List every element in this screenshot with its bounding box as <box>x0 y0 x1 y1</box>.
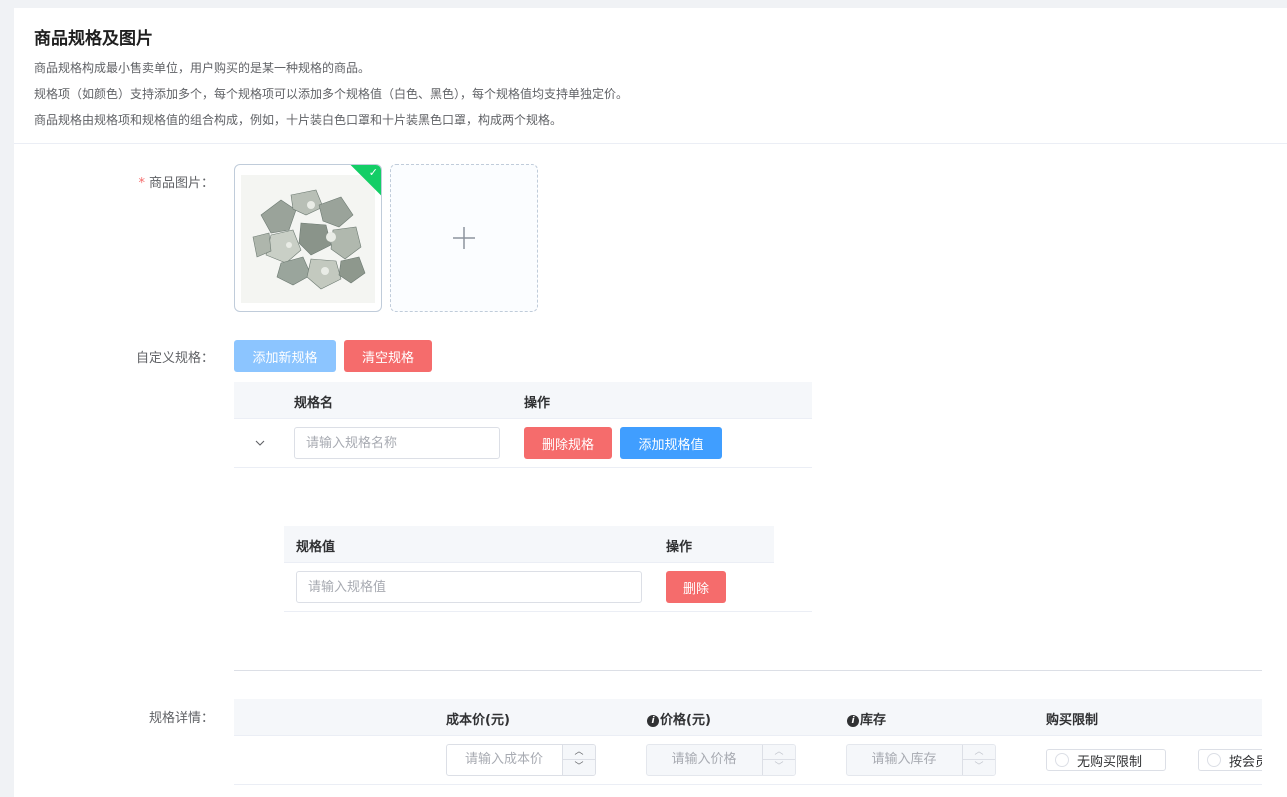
price-input[interactable]: 请输入价格 ︿ ﹀ <box>646 744 796 776</box>
cost-input[interactable]: 请输入成本价 ︿ ﹀ <box>446 744 596 776</box>
stock-input[interactable]: 请输入库存 ︿ ﹀ <box>846 744 996 776</box>
section-title: 商品规格及图片 <box>34 29 153 49</box>
increase-icon[interactable]: ︿ <box>963 745 995 760</box>
product-image-thumb[interactable]: ✓ <box>234 164 382 312</box>
spec-detail-label: 规格详情： <box>148 711 214 726</box>
info-icon[interactable]: i <box>647 715 659 727</box>
radio-icon <box>1055 753 1069 767</box>
section-desc-line: 规格项（如颜色）支持添加多个，每个规格项可以添加多个规格值（白色、黑色），每个规… <box>34 87 629 101</box>
radio-icon <box>1207 753 1221 767</box>
cost-placeholder: 请输入成本价 <box>464 752 543 767</box>
cost-stepper[interactable]: ︿ ﹀ <box>562 745 595 775</box>
delete-value-button[interactable]: 删除 <box>666 571 726 603</box>
spec-name-input[interactable] <box>294 427 500 459</box>
decrease-icon[interactable]: ﹀ <box>963 760 995 775</box>
col-cost: 成本价(元) <box>446 713 510 728</box>
section-desc-line: 商品规格构成最小售卖单位，用户购买的是某一种规格的商品。 <box>34 61 371 75</box>
stock-placeholder: 请输入库存 <box>871 752 937 767</box>
decrease-icon[interactable]: ﹀ <box>763 760 795 775</box>
required-mark: * <box>138 176 145 191</box>
delete-spec-button[interactable]: 删除规格 <box>524 427 612 459</box>
divider <box>234 670 1262 671</box>
col-price: i 价格(元) <box>647 709 711 728</box>
limit-option-member[interactable]: 按会员 <box>1198 749 1262 771</box>
custom-spec-label: 自定义规格： <box>135 351 214 366</box>
limit-option-none[interactable]: 无购买限制 <box>1046 749 1166 771</box>
col-limit: 购买限制 <box>1046 713 1099 728</box>
product-image-label: * 商品图片： <box>138 176 214 191</box>
product-image <box>241 175 375 303</box>
check-icon: ✓ <box>368 166 378 179</box>
chevron-down-icon[interactable] <box>255 438 265 448</box>
spec-card: 商品规格及图片 商品规格构成最小售卖单位，用户购买的是某一种规格的商品。 规格项… <box>14 8 1287 797</box>
image-upload-button[interactable] <box>390 164 538 312</box>
spec-table-row: 删除规格 添加规格值 <box>234 419 812 468</box>
spec-value-table-header: 规格值 操作 <box>284 526 774 563</box>
spec-value-row: 删除 <box>284 563 812 612</box>
col-value-action: 操作 <box>666 540 693 555</box>
spec-detail-header: 成本价(元) i 价格(元) i 库存 购买限制 <box>234 699 1262 736</box>
section-header: 商品规格及图片 商品规格构成最小售卖单位，用户购买的是某一种规格的商品。 规格项… <box>14 8 1287 144</box>
col-spec-name: 规格名 <box>294 396 334 411</box>
add-spec-value-button[interactable]: 添加规格值 <box>620 427 722 459</box>
col-spec-action: 操作 <box>524 396 551 411</box>
clear-spec-button[interactable]: 清空规格 <box>344 340 432 372</box>
product-photo <box>241 175 375 303</box>
info-icon[interactable]: i <box>847 715 859 727</box>
spec-table-header: 规格名 操作 <box>234 382 812 419</box>
col-spec-value: 规格值 <box>296 540 336 555</box>
plus-icon <box>453 227 475 249</box>
stock-stepper[interactable]: ︿ ﹀ <box>962 745 995 775</box>
decrease-icon[interactable]: ﹀ <box>563 760 595 775</box>
spec-value-input[interactable] <box>296 571 642 603</box>
price-placeholder: 请输入价格 <box>671 752 737 767</box>
increase-icon[interactable]: ︿ <box>563 745 595 760</box>
add-spec-button[interactable]: 添加新规格 <box>234 340 336 372</box>
increase-icon[interactable]: ︿ <box>763 745 795 760</box>
price-stepper[interactable]: ︿ ﹀ <box>762 745 795 775</box>
section-desc-line: 商品规格由规格项和规格值的组合构成，例如，十片装白色口罩和十片装黑色口罩，构成两… <box>34 113 563 127</box>
col-stock: i 库存 <box>847 709 886 728</box>
spec-detail-row: 请输入成本价 ︿﹀ 请输入价格 ︿﹀ 请输入库存 ︿﹀ 无购买限制 按会员 <box>234 736 1262 785</box>
